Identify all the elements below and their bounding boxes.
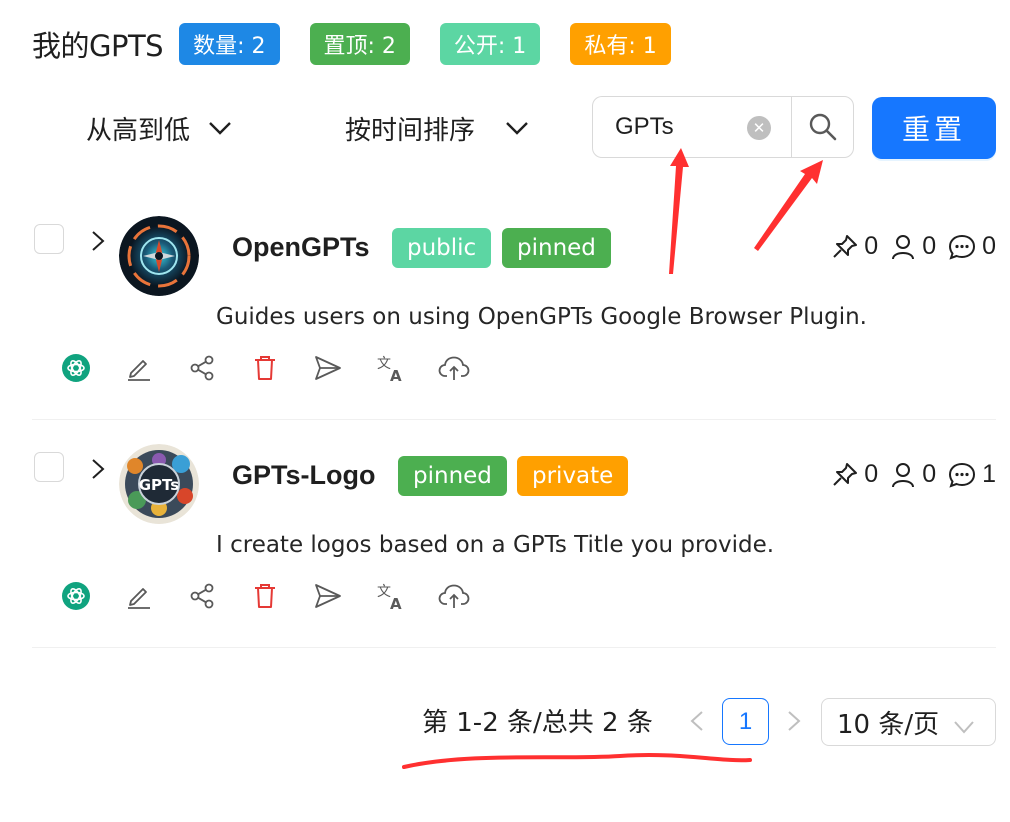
item-metrics: 0 0 0 bbox=[820, 232, 996, 261]
page-header: 我的GPTS 数量: 2 置顶: 2 公开: 1 私有: 1 bbox=[32, 22, 701, 66]
item-description: I create logos based on a GPTs Title you… bbox=[216, 532, 775, 558]
item-actions: 文A bbox=[60, 352, 501, 384]
translate-icon[interactable]: 文A bbox=[375, 580, 407, 612]
avatar: GPTs bbox=[119, 444, 199, 524]
comment-count: 1 bbox=[982, 460, 996, 488]
send-icon[interactable] bbox=[312, 580, 344, 612]
user-count: 0 bbox=[922, 232, 937, 260]
pushpin-icon bbox=[833, 234, 858, 258]
cloud-upload-icon[interactable] bbox=[438, 580, 470, 612]
avatar-logo-text: GPTs bbox=[139, 476, 180, 494]
item-actions: 文A bbox=[60, 580, 501, 612]
chevron-down-icon bbox=[953, 711, 975, 741]
search-button[interactable] bbox=[791, 96, 854, 158]
page-size-select[interactable]: 10 条/页 bbox=[821, 698, 996, 746]
pushpin-icon bbox=[833, 462, 858, 486]
list-item: GPTs GPTs-Logo pinned private 0 0 1 I cr… bbox=[32, 420, 996, 648]
user-icon bbox=[892, 234, 915, 259]
search-icon bbox=[809, 113, 836, 141]
avatar bbox=[119, 216, 199, 296]
pinned-count-badge: 置顶: 2 bbox=[309, 23, 410, 65]
reset-button[interactable]: 重置 bbox=[872, 97, 996, 159]
comment-icon bbox=[949, 234, 976, 260]
sort-by-value: 按时间排序 bbox=[345, 115, 476, 146]
chevron-left-icon[interactable] bbox=[690, 710, 704, 737]
edit-icon[interactable] bbox=[123, 580, 155, 612]
svg-text:A: A bbox=[390, 595, 402, 611]
sort-order-select[interactable]: 从高到低 bbox=[86, 96, 232, 160]
search-input-value: GPTs bbox=[615, 113, 674, 140]
chevron-down-icon bbox=[505, 113, 529, 143]
openai-icon[interactable] bbox=[60, 580, 92, 612]
chevron-right-icon[interactable] bbox=[90, 458, 106, 485]
user-icon bbox=[892, 462, 915, 487]
count-badge: 数量: 2 bbox=[179, 23, 280, 65]
delete-icon[interactable] bbox=[249, 580, 281, 612]
translate-icon[interactable]: 文A bbox=[375, 352, 407, 384]
clear-icon[interactable]: ✕ bbox=[747, 116, 771, 140]
page-1-button[interactable]: 1 bbox=[722, 698, 769, 745]
item-metrics: 0 0 1 bbox=[820, 460, 996, 489]
sort-order-value: 从高到低 bbox=[86, 115, 191, 146]
tag-public: public bbox=[392, 228, 492, 268]
item-checkbox[interactable] bbox=[34, 452, 64, 482]
chevron-right-icon[interactable] bbox=[90, 230, 106, 257]
openai-icon[interactable] bbox=[60, 352, 92, 384]
share-icon[interactable] bbox=[186, 352, 218, 384]
comment-metric: 1 bbox=[948, 460, 996, 489]
chevron-down-icon bbox=[208, 113, 232, 143]
item-description: Guides users on using OpenGPTs Google Br… bbox=[216, 304, 867, 330]
svg-text:A: A bbox=[390, 367, 402, 383]
svg-text:文: 文 bbox=[377, 356, 391, 372]
tag-pinned: pinned bbox=[502, 228, 611, 268]
red-underline-annotation bbox=[402, 753, 752, 769]
pagination: 第 1-2 条/总共 2 条 1 10 条/页 bbox=[0, 698, 1010, 746]
item-name[interactable]: OpenGPTs bbox=[232, 232, 370, 263]
user-metric: 0 bbox=[890, 232, 936, 261]
page-size-value: 10 条/页 bbox=[837, 709, 940, 740]
chevron-right-icon[interactable] bbox=[787, 710, 801, 737]
delete-icon[interactable] bbox=[249, 352, 281, 384]
item-name[interactable]: GPTs-Logo bbox=[232, 460, 375, 491]
list-item: OpenGPTs public pinned 0 0 0 Guides user… bbox=[32, 192, 996, 420]
pin-metric: 0 bbox=[832, 232, 878, 261]
comment-count: 0 bbox=[982, 232, 996, 260]
pin-metric: 0 bbox=[832, 460, 878, 489]
user-metric: 0 bbox=[890, 460, 936, 489]
pin-count: 0 bbox=[864, 232, 879, 260]
private-count-badge: 私有: 1 bbox=[570, 23, 671, 65]
tag-private: private bbox=[517, 456, 629, 496]
sort-by-select[interactable]: 按时间排序 bbox=[345, 96, 529, 160]
public-count-badge: 公开: 1 bbox=[439, 23, 541, 65]
cloud-upload-icon[interactable] bbox=[438, 352, 470, 384]
pin-count: 0 bbox=[864, 460, 879, 488]
item-checkbox[interactable] bbox=[34, 224, 64, 254]
pagination-total: 第 1-2 条/总共 2 条 bbox=[422, 708, 653, 738]
toolbar: 从高到低 按时间排序 GPTs ✕ 重置 bbox=[0, 96, 1010, 160]
search-input[interactable]: GPTs ✕ bbox=[592, 96, 791, 158]
comment-icon bbox=[949, 462, 976, 488]
user-count: 0 bbox=[922, 460, 937, 488]
comment-metric: 0 bbox=[948, 232, 996, 261]
search-box: GPTs ✕ bbox=[592, 96, 854, 158]
send-icon[interactable] bbox=[312, 352, 344, 384]
share-icon[interactable] bbox=[186, 580, 218, 612]
page-title: 我的GPTS bbox=[32, 29, 164, 63]
tag-pinned: pinned bbox=[398, 456, 507, 496]
svg-text:文: 文 bbox=[377, 584, 391, 600]
edit-icon[interactable] bbox=[123, 352, 155, 384]
